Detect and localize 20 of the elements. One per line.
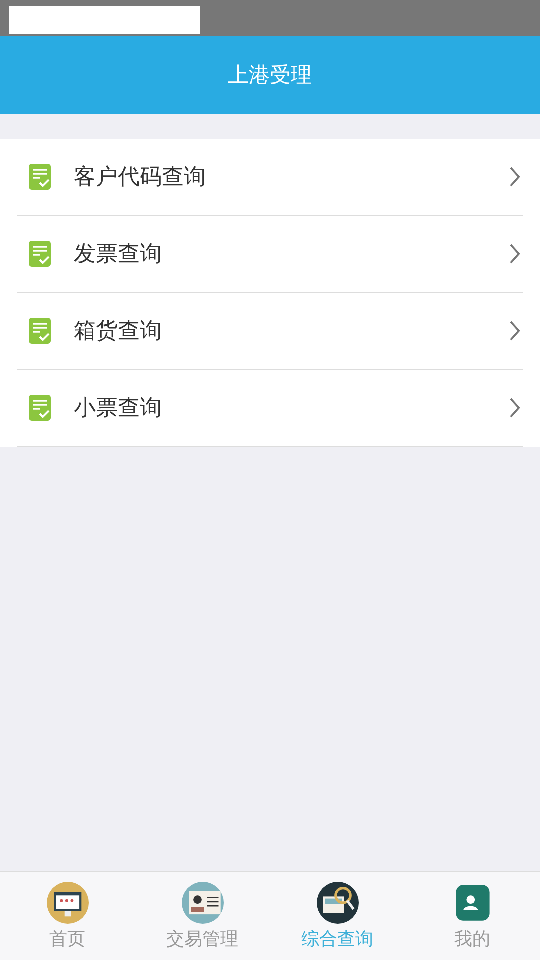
page-title: 上港受理: [228, 62, 312, 89]
document-check-icon: [28, 394, 52, 422]
document-check-icon: [28, 317, 52, 345]
menu-item[interactable]: 小票查询: [17, 370, 523, 447]
chevron-right-icon: [509, 166, 521, 188]
chevron-right-icon: [509, 243, 521, 265]
id-card-icon: [182, 882, 224, 924]
menu-label: 发票查询: [74, 241, 163, 269]
menu-label: 客户代码查询: [74, 164, 207, 192]
chevron-right-icon: [509, 397, 521, 419]
monitor-icon: [46, 882, 88, 924]
menu-label: 箱货查询: [74, 318, 163, 346]
menu-item[interactable]: 客户代码查询: [17, 139, 523, 216]
chevron-right-icon: [509, 320, 521, 342]
document-check-icon: [28, 240, 52, 268]
menu-item[interactable]: 箱货查询: [17, 293, 523, 370]
menu-label: 小票查询: [74, 395, 163, 423]
menu-item[interactable]: 发票查询: [17, 216, 523, 293]
document-check-icon: [28, 163, 52, 191]
magnifier-document-icon: [316, 882, 358, 924]
